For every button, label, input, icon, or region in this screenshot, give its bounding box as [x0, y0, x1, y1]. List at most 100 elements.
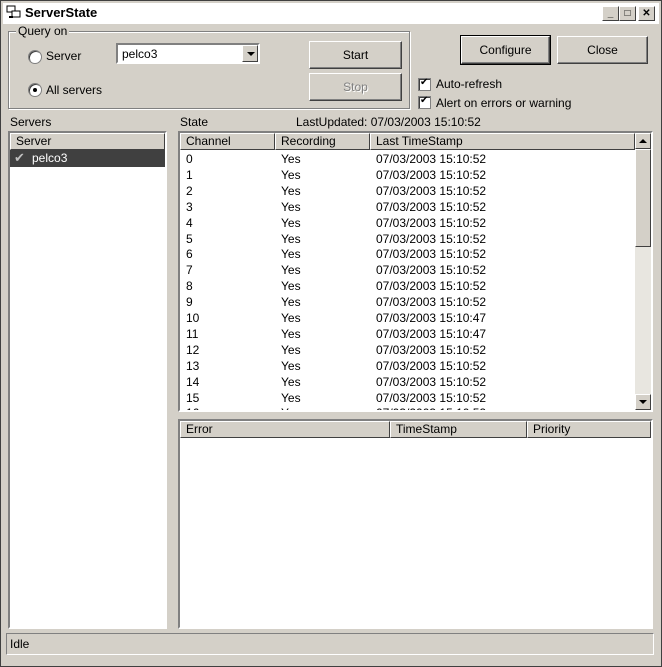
alert-label: Alert on errors or warning — [436, 96, 572, 110]
timestamp-cell: 07/03/2003 15:10:52 — [376, 215, 487, 230]
scroll-down-button[interactable] — [635, 394, 651, 410]
close-window-button[interactable]: ✕ — [638, 6, 655, 21]
timestamp-cell: 07/03/2003 15:10:52 — [376, 231, 487, 246]
list-item[interactable]: ✔ pelco3 — [10, 150, 165, 167]
recording-cell: Yes — [281, 263, 301, 278]
server-combobox[interactable]: pelco3 — [116, 43, 260, 64]
recording-cell: Yes — [281, 374, 301, 389]
channel-cell: 6 — [186, 247, 193, 262]
table-row[interactable]: 0 Yes 07/03/2003 15:10:52 — [180, 151, 635, 167]
table-row[interactable]: 6 Yes 07/03/2003 15:10:52 — [180, 246, 635, 262]
channel-cell: 2 — [186, 183, 193, 198]
all-servers-radio-label: All servers — [46, 83, 103, 97]
timestamp-cell: 07/03/2003 15:10:52 — [376, 199, 487, 214]
channel-cell: 1 — [186, 167, 193, 182]
table-row[interactable]: 13 Yes 07/03/2003 15:10:52 — [180, 358, 635, 374]
close-button[interactable]: Close — [557, 36, 648, 64]
timestamp-cell: 07/03/2003 15:10:47 — [376, 326, 487, 341]
priority-column-header[interactable]: Priority — [527, 421, 651, 438]
state-table[interactable]: Channel Recording Last TimeStamp 0 Yes 07/… — [178, 131, 653, 412]
channel-column-header[interactable]: Channel — [180, 133, 275, 150]
query-group-label: Query on — [16, 24, 70, 38]
recording-cell: Yes — [281, 152, 301, 166]
table-row[interactable]: 8 Yes 07/03/2003 15:10:52 — [180, 278, 635, 294]
channel-cell: 7 — [186, 263, 193, 278]
chevron-down-icon[interactable] — [242, 45, 258, 62]
alert-checkbox[interactable] — [418, 95, 431, 109]
title-bar[interactable]: ServerState _ □ ✕ — [3, 3, 659, 24]
table-row[interactable]: 16 Yes 07/03/2003 15:10:52 — [180, 405, 635, 410]
timestamp-cell: 07/03/2003 15:10:52 — [376, 263, 487, 278]
timestamp-cell: 07/03/2003 15:10:52 — [376, 247, 487, 262]
recording-cell: Yes — [281, 199, 301, 214]
recording-cell: Yes — [281, 247, 301, 262]
recording-cell: Yes — [281, 358, 301, 373]
channel-cell: 3 — [186, 199, 193, 214]
channel-cell: 10 — [186, 311, 200, 325]
radio-dot — [33, 88, 37, 92]
recording-cell: Yes — [281, 405, 301, 410]
table-row[interactable]: 2 Yes 07/03/2003 15:10:52 — [180, 183, 635, 199]
window-title: ServerState — [25, 5, 98, 20]
minimize-button[interactable]: _ — [602, 6, 619, 21]
channel-cell: 11 — [186, 326, 199, 341]
error-column-header[interactable]: Error — [180, 421, 390, 438]
table-row[interactable]: 9 Yes 07/03/2003 15:10:52 — [180, 294, 635, 310]
timestamp-cell: 07/03/2003 15:10:52 — [376, 390, 487, 405]
recording-cell: Yes — [281, 279, 301, 294]
table-row[interactable]: 14 Yes 07/03/2003 15:10:52 — [180, 374, 635, 390]
start-button[interactable]: Start — [309, 41, 402, 69]
channel-cell: 16 — [186, 405, 199, 410]
server-column-header[interactable]: Server — [10, 133, 165, 150]
auto-refresh-checkbox[interactable] — [418, 77, 431, 91]
maximize-button[interactable]: □ — [619, 6, 636, 21]
timestamp-column-header[interactable]: TimeStamp — [390, 421, 527, 438]
channel-cell: 0 — [186, 152, 193, 166]
scroll-thumb[interactable] — [635, 149, 651, 247]
table-row[interactable]: 15 Yes 07/03/2003 15:10:52 — [180, 390, 635, 406]
table-row[interactable]: 10 Yes 07/03/2003 15:10:47 — [180, 310, 635, 326]
stop-button[interactable]: Stop — [309, 73, 402, 101]
chevron-down-icon — [639, 400, 647, 404]
timestamp-cell: 07/03/2003 15:10:47 — [376, 311, 487, 325]
table-row[interactable]: 3 Yes 07/03/2003 15:10:52 — [180, 199, 635, 215]
recording-cell: Yes — [281, 167, 301, 182]
server-radio[interactable] — [28, 50, 42, 64]
servers-section-label: Servers — [10, 115, 52, 129]
servers-list[interactable]: Server ✔ pelco3 — [8, 131, 167, 629]
auto-refresh-label: Auto-refresh — [436, 77, 503, 91]
table-row[interactable]: 12 Yes 07/03/2003 15:10:52 — [180, 342, 635, 358]
state-section-label: State — [180, 115, 209, 129]
timestamp-cell: 07/03/2003 15:10:52 — [376, 183, 487, 198]
server-item-label: pelco3 — [32, 151, 68, 165]
configure-button[interactable]: Configure — [460, 35, 551, 65]
table-row[interactable]: 1 Yes 07/03/2003 15:10:52 — [180, 167, 635, 183]
last-timestamp-column-header[interactable]: Last TimeStamp — [370, 133, 635, 150]
channel-cell: 14 — [186, 374, 200, 389]
channel-cell: 13 — [186, 358, 200, 373]
channel-cell: 12 — [186, 342, 200, 357]
state-scrollbar[interactable] — [635, 133, 651, 410]
server-icon — [6, 5, 21, 18]
table-row[interactable]: 4 Yes 07/03/2003 15:10:52 — [180, 215, 635, 231]
table-row[interactable]: 5 Yes 07/03/2003 15:10:52 — [180, 231, 635, 247]
status-bar: Idle — [6, 633, 654, 655]
checkmark-icon: ✔ — [14, 150, 25, 165]
all-servers-radio[interactable] — [28, 83, 42, 97]
server-combobox-value: pelco3 — [122, 47, 158, 61]
last-updated-text: LastUpdated: 07/03/2003 15:10:52 — [296, 115, 481, 129]
server-radio-label: Server — [46, 49, 82, 63]
timestamp-cell: 07/03/2003 15:10:52 — [376, 152, 487, 166]
timestamp-cell: 07/03/2003 15:10:52 — [376, 167, 487, 182]
channel-cell: 9 — [186, 295, 193, 310]
recording-column-header[interactable]: Recording — [275, 133, 370, 150]
table-row[interactable]: 7 Yes 07/03/2003 15:10:52 — [180, 262, 635, 278]
errors-table[interactable]: Error TimeStamp Priority — [178, 419, 653, 629]
timestamp-cell: 07/03/2003 15:10:52 — [376, 295, 487, 310]
recording-cell: Yes — [281, 231, 301, 246]
timestamp-cell: 07/03/2003 15:10:52 — [376, 405, 486, 410]
channel-cell: 8 — [186, 279, 193, 294]
scroll-up-button[interactable] — [635, 133, 651, 149]
channel-cell: 4 — [186, 215, 193, 230]
table-row[interactable]: 11 Yes 07/03/2003 15:10:47 — [180, 326, 635, 342]
